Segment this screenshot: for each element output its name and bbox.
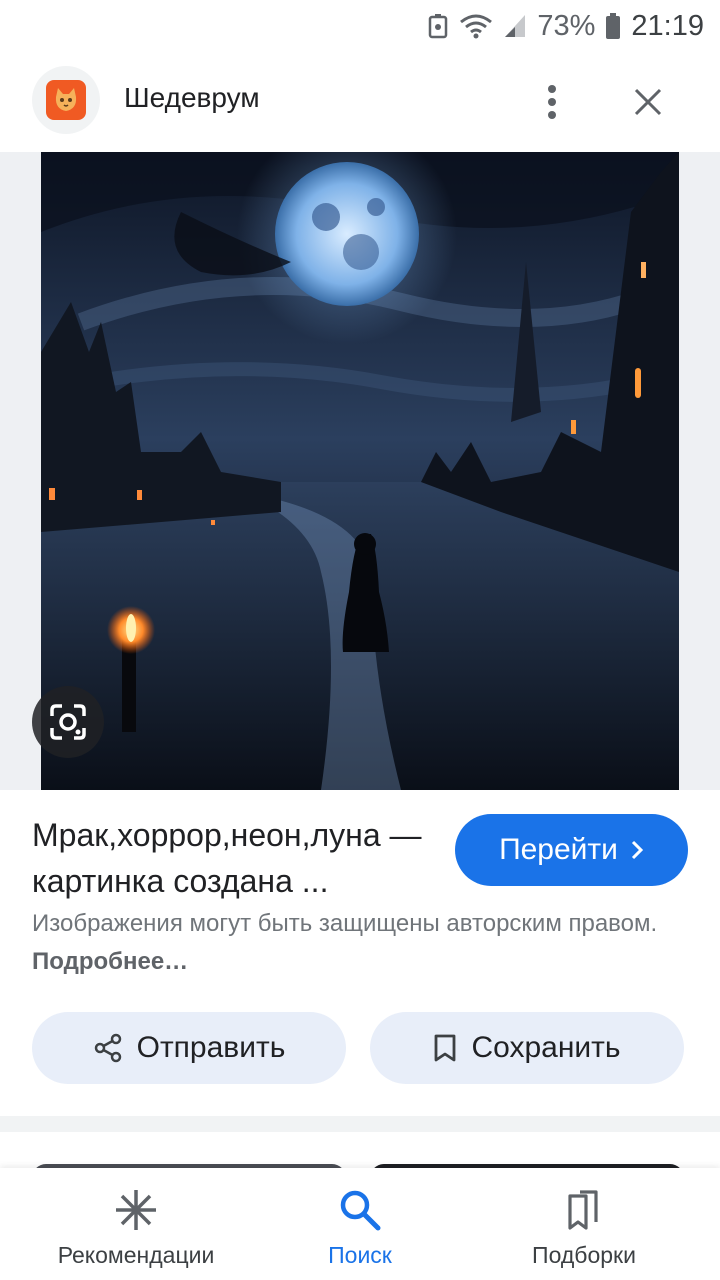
nav-item-recommendations[interactable]: Рекомендации [16,1168,256,1280]
page: 73% 21:19 Шедеврум Мрак,хоррор,неон,луна… [0,0,720,1280]
learn-more-link[interactable]: Подробнее… [32,948,188,975]
lens-icon [50,704,86,740]
nav-item-collections[interactable]: Подборки [464,1168,704,1280]
bottom-navigation: Рекомендации Поиск Подборки [0,1168,720,1280]
clock: 21:19 [631,9,704,42]
wifi-icon [459,13,493,39]
save-button-label: Сохранить [471,1031,621,1064]
section-divider [0,1116,720,1132]
signal-icon [503,13,527,39]
nav-label: Поиск [328,1242,392,1268]
bookmark-icon [435,1034,456,1062]
collections-icon [568,1190,598,1230]
nav-label: Рекомендации [57,1242,215,1268]
share-button-label: Отправить [136,1031,286,1064]
status-bar: 73% 21:19 [0,0,720,52]
search-icon [340,1190,381,1231]
close-button[interactable] [624,78,672,126]
visit-button-label: Перейти [499,833,618,866]
copyright-notice: Изображения могут быть защищены авторски… [32,905,692,981]
site-name[interactable]: Шедеврум [124,82,260,114]
battery-percent: 73% [537,9,596,42]
visit-button[interactable]: Перейти [455,814,688,886]
source-header: Шедеврум [0,52,720,152]
image-preview-area [0,152,720,790]
google-lens-button[interactable] [32,686,104,758]
result-image[interactable] [41,152,679,790]
asterisk-icon [116,1190,156,1230]
chevron-right-icon [631,840,644,860]
share-button[interactable]: Отправить [32,1012,346,1084]
nav-item-search[interactable]: Поиск [240,1168,480,1280]
close-icon [634,88,662,116]
more-vert-icon [548,85,556,119]
battery-saver-icon [427,13,449,39]
site-logo[interactable] [32,66,100,134]
battery-icon [605,12,621,40]
result-title[interactable]: Мрак,хоррор,неон,луна — картинка создана… [32,812,432,904]
save-button[interactable]: Сохранить [370,1012,684,1084]
cat-logo-icon [46,80,86,120]
share-icon [94,1033,121,1063]
nav-label: Подборки [532,1242,636,1268]
more-options-button[interactable] [530,78,574,126]
copyright-text: Изображения могут быть защищены авторски… [32,910,658,937]
